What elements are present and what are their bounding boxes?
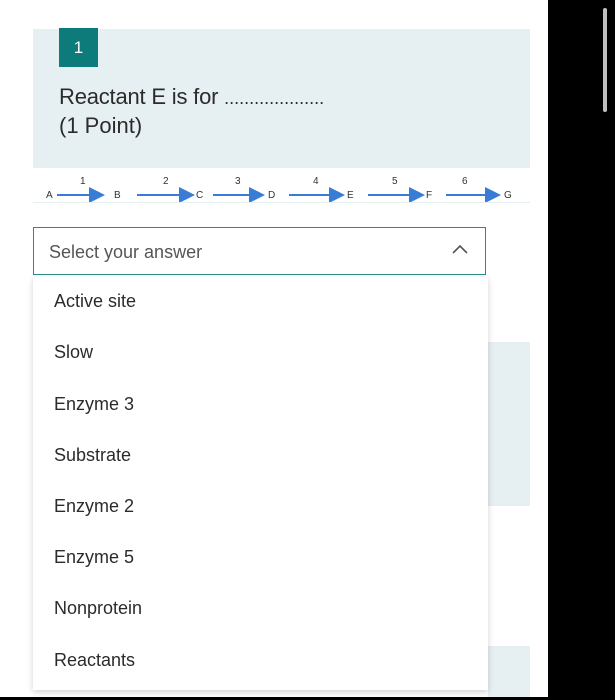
node-label-d: D — [268, 190, 275, 201]
next-question-card-edge-2 — [488, 646, 530, 700]
option-reactants[interactable]: Reactants — [54, 650, 135, 671]
option-active-site[interactable]: Active site — [54, 291, 136, 312]
question-blank: .................... — [224, 88, 325, 108]
option-enzyme-5[interactable]: Enzyme 5 — [54, 547, 134, 568]
question-points: (1 Point) — [59, 113, 143, 138]
question-number-badge: 1 — [59, 28, 98, 67]
node-label-b: B — [114, 190, 121, 201]
option-enzyme-3[interactable]: Enzyme 3 — [54, 394, 134, 415]
step-label-4: 4 — [313, 176, 319, 187]
question-prompt: Reactant E is for — [59, 84, 219, 109]
answer-select[interactable]: Select your answer — [33, 227, 486, 275]
node-label-g: G — [504, 190, 512, 201]
pathway-svg: A 1 B 2 C 3 D 4 E 5 F 6 G — [46, 176, 512, 202]
next-question-card-edge — [488, 342, 530, 506]
chevron-up-icon[interactable] — [451, 241, 469, 259]
options-list: Active site Slow Enzyme 3 Substrate Enzy… — [33, 277, 488, 690]
option-enzyme-2[interactable]: Enzyme 2 — [54, 496, 134, 517]
step-label-5: 5 — [392, 176, 398, 187]
pathway-diagram: A 1 B 2 C 3 D 4 E 5 F 6 G — [33, 168, 530, 202]
step-label-6: 6 — [462, 176, 468, 187]
scrollbar-thumb[interactable] — [603, 8, 607, 112]
step-label-2: 2 — [163, 176, 169, 187]
select-placeholder: Select your answer — [49, 242, 203, 262]
option-slow[interactable]: Slow — [54, 342, 93, 363]
node-label-e: E — [347, 190, 354, 201]
node-label-c: C — [196, 190, 203, 201]
node-label-a: A — [46, 190, 53, 201]
question-text: Reactant E is for .................... — [59, 84, 324, 110]
step-label-1: 1 — [80, 176, 86, 187]
step-label-3: 3 — [235, 176, 241, 187]
node-label-f: F — [426, 190, 432, 201]
option-nonprotein[interactable]: Nonprotein — [54, 598, 142, 619]
option-substrate[interactable]: Substrate — [54, 445, 131, 466]
